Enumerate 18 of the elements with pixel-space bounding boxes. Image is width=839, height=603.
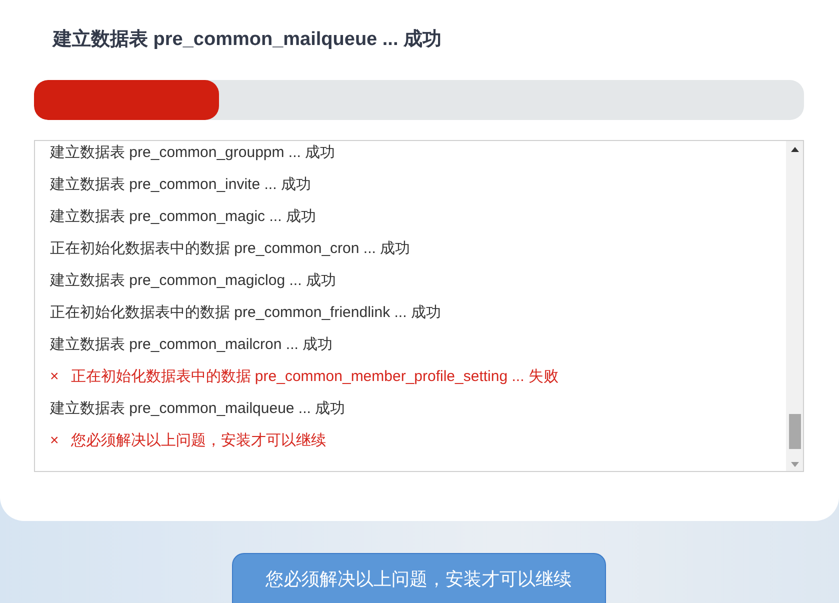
error-mark: × — [50, 367, 59, 387]
scrollbar[interactable] — [786, 141, 803, 471]
log-line: 正在初始化数据表中的数据 pre_common_member_profile_setting ... 失败 — [70, 367, 558, 387]
toast-message: 您必须解决以上问题，安装才可以继续 — [232, 553, 606, 603]
log-line: 建立数据表 pre_common_magic ... 成功 — [50, 207, 316, 227]
log-line: 建立数据表 pre_common_magiclog ... 成功 — [50, 271, 336, 291]
log-line: 建立数据表 pre_common_grouppm ... 成功 — [50, 143, 336, 163]
scroll-down-icon[interactable] — [790, 462, 798, 467]
log-line: 建立数据表 pre_common_mailqueue ... 成功 — [50, 399, 346, 419]
log-line: 建立数据表 pre_common_invite ... 成功 — [50, 175, 311, 195]
scrollbar-thumb[interactable] — [788, 414, 800, 449]
error-mark: × — [50, 431, 59, 451]
status-title: 建立数据表 pre_common_mailqueue ... 成功 — [51, 28, 443, 52]
log-line: 正在初始化数据表中的数据 pre_common_friendlink ... 成功 — [50, 303, 441, 323]
log-line: 建立数据表 pre_common_mailcron ... 成功 — [50, 335, 333, 355]
scroll-up-icon[interactable] — [790, 147, 798, 152]
log-line: 正在初始化数据表中的数据 pre_common_cron ... 成功 — [50, 239, 410, 259]
log-line: 您必须解决以上问题，安装才可以继续 — [70, 431, 326, 451]
